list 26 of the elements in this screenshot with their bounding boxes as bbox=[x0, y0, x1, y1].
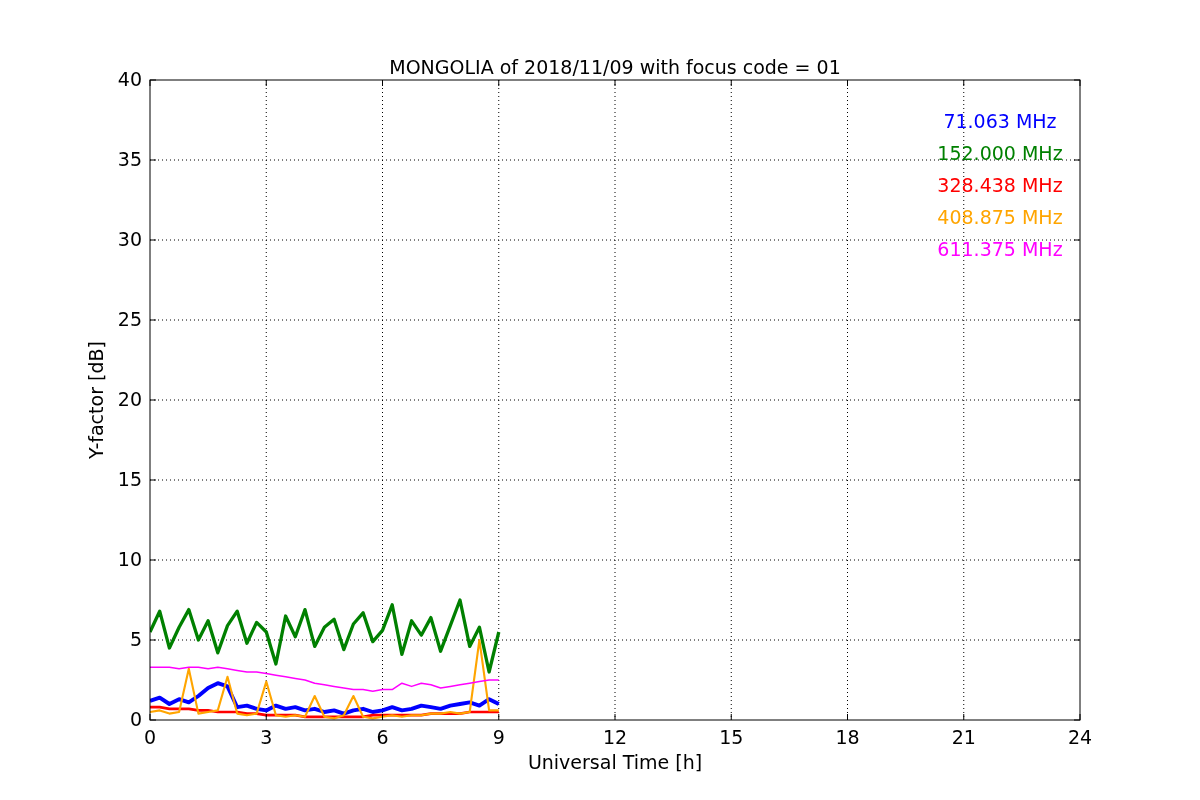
y-tick-label: 0 bbox=[129, 708, 142, 730]
x-tick-label: 9 bbox=[492, 726, 505, 748]
y-tick-label: 30 bbox=[117, 228, 142, 250]
x-tick-label: 21 bbox=[951, 726, 976, 748]
y-tick-label: 5 bbox=[129, 628, 142, 650]
x-tick-label: 24 bbox=[1067, 726, 1093, 748]
legend-label: 328.438 MHz bbox=[937, 174, 1063, 196]
legend-label: 611.375 MHz bbox=[937, 238, 1063, 260]
x-tick-label: 12 bbox=[602, 726, 628, 748]
y-tick-label: 20 bbox=[117, 388, 142, 410]
legend-label: 71.063 MHz bbox=[943, 110, 1057, 132]
y-axis-label: Y-factor [dB] bbox=[85, 341, 107, 459]
y-tick-label: 15 bbox=[117, 468, 142, 490]
x-tick-label: 18 bbox=[835, 726, 860, 748]
y-tick-label: 35 bbox=[117, 148, 142, 170]
x-tick-label: 15 bbox=[719, 726, 744, 748]
x-tick-label: 0 bbox=[143, 726, 157, 748]
chart-title: MONGOLIA of 2018/11/09 with focus code = 01 bbox=[389, 56, 841, 78]
y-tick-label: 10 bbox=[117, 548, 142, 570]
x-tick-label: 3 bbox=[260, 726, 273, 748]
y-tick-label: 40 bbox=[117, 68, 142, 90]
y-tick-label: 25 bbox=[117, 308, 142, 330]
x-tick-label: 6 bbox=[376, 726, 389, 748]
legend-label: 408.875 MHz bbox=[937, 206, 1063, 228]
legend-label: 152.000 MHz bbox=[937, 142, 1063, 164]
x-axis-label: Universal Time [h] bbox=[527, 751, 703, 773]
